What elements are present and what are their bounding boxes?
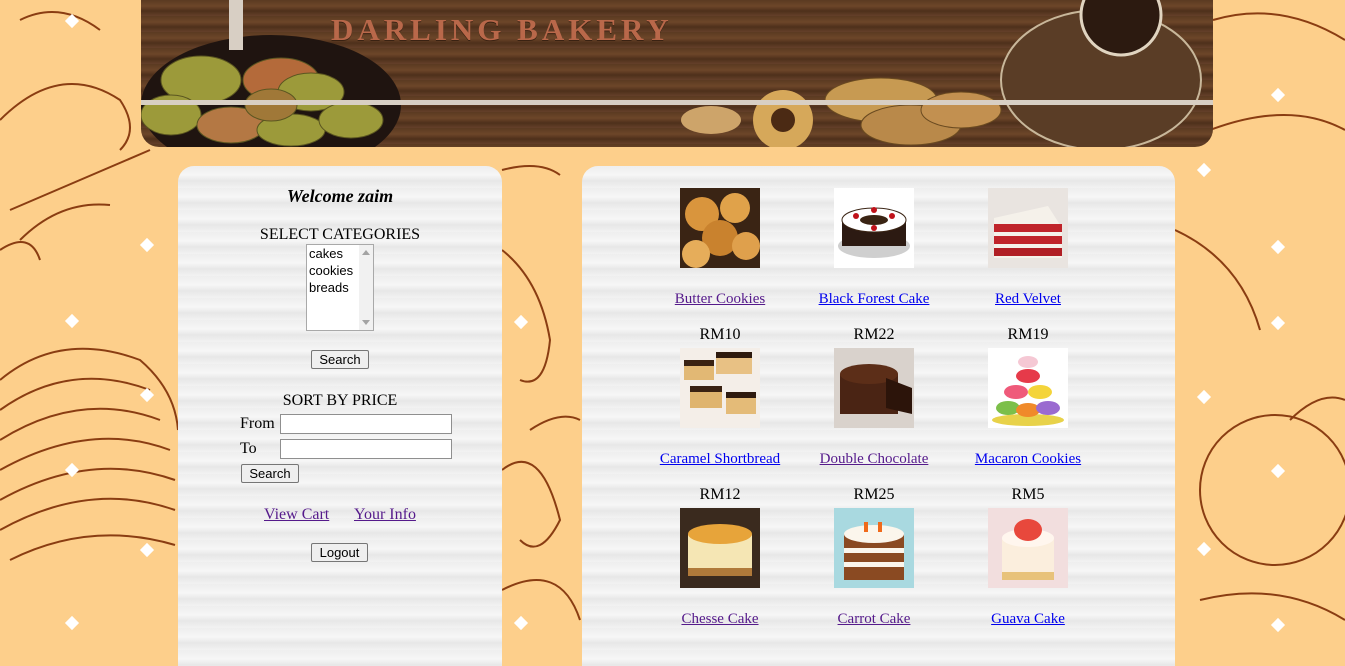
product-price: RM5 [1011,486,1045,503]
product-image[interactable] [834,188,914,268]
guava-cake-photo [988,508,1068,588]
to-label: To [240,440,257,457]
category-listbox[interactable]: cakes cookies breads [306,244,374,331]
price-search-button[interactable]: Search [241,464,299,483]
product-name-link[interactable]: Black Forest Cake [797,291,951,308]
sort-title: SORT BY PRICE [282,392,398,409]
header-banner: DARLING BAKERY [141,0,1213,147]
logout-button[interactable]: Logout [311,543,368,562]
category-search-button[interactable]: Search [311,350,369,369]
carrot-cake-photo [834,508,914,588]
product-name-link[interactable]: Red Velvet [951,291,1105,308]
product-name-link[interactable]: Butter Cookies [643,291,797,308]
double-chocolate-photo [834,348,914,428]
product-name-link[interactable]: Caramel Shortbread [643,451,797,468]
black-forest-cake-photo [834,188,914,268]
product-image[interactable] [680,188,760,268]
product-price: RM19 [1007,326,1049,343]
product-image[interactable] [680,508,760,588]
scroll-up-icon[interactable] [362,250,370,255]
welcome-text: Welcome zaim [286,186,394,206]
caramel-shortbread-photo [680,348,760,428]
product-grid: Butter Cookies RM10 Black Forest Cake RM… [582,166,1175,666]
price-to-input[interactable] [280,439,452,459]
sidebar-panel: Welcome zaim SELECT CATEGORIES cakes coo… [178,166,502,666]
red-velvet-photo [988,188,1068,268]
product-price: RM22 [853,326,895,343]
banner-shelf [141,100,1213,105]
product-price: RM25 [853,486,895,503]
product-image[interactable] [834,508,914,588]
product-image[interactable] [988,348,1068,428]
listbox-scrollbar[interactable] [359,245,373,330]
price-from-input[interactable] [280,414,452,434]
categories-title: SELECT CATEGORIES [259,226,421,243]
cheese-cake-photo [680,508,760,588]
product-name-link[interactable]: Double Chocolate [797,451,951,468]
product-name-link[interactable]: Macaron Cookies [951,451,1105,468]
view-cart-link[interactable]: View Cart [264,506,329,524]
product-image[interactable] [988,188,1068,268]
product-image[interactable] [834,348,914,428]
butter-cookies-photo [680,188,760,268]
macaron-cookies-photo [988,348,1068,428]
product-name-link[interactable]: Guava Cake [951,611,1105,628]
product-name-link[interactable]: Carrot Cake [797,611,951,628]
from-label: From [240,415,275,432]
brand-title: DARLING BAKERY [331,12,673,47]
product-price: RM12 [699,486,741,503]
banner-artwork [141,0,1202,147]
product-price: RM10 [699,326,741,343]
product-image[interactable] [680,348,760,428]
product-image[interactable] [988,508,1068,588]
product-name-link[interactable]: Chesse Cake [643,611,797,628]
scroll-down-icon[interactable] [362,320,370,325]
your-info-link[interactable]: Your Info [354,506,416,524]
